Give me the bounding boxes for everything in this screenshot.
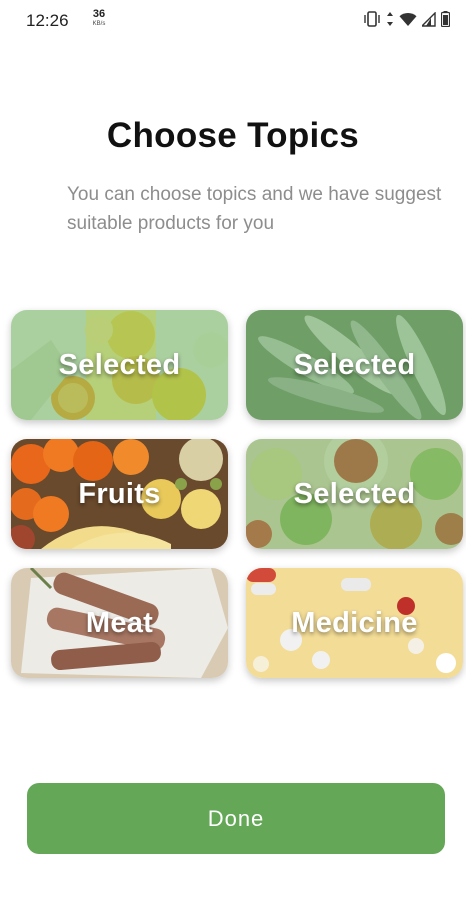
battery-icon (441, 11, 450, 27)
topic-label: Fruits (78, 477, 161, 510)
cell-signal-icon (422, 11, 436, 27)
vibrate-icon (363, 11, 381, 27)
topic-label: Meat (85, 606, 154, 639)
topic-card-salad[interactable]: Selected (246, 439, 463, 549)
network-speed-value: 36 (92, 8, 106, 20)
topic-label: Selected (293, 348, 416, 381)
topic-card-medicine[interactable]: Medicine (246, 568, 463, 678)
topic-card-meat[interactable]: Meat (11, 568, 228, 678)
topic-label: Selected (58, 348, 181, 381)
topic-label: Selected (293, 477, 416, 510)
topic-card-citrus[interactable]: Selected (11, 310, 228, 420)
status-bar: 12:26 36 KB/s (0, 0, 466, 42)
topic-label: Medicine (291, 606, 418, 639)
page-title: Choose Topics (106, 116, 360, 155)
page-subtitle: You can choose topics and we have sugges… (67, 184, 442, 234)
network-speed: 36 KB/s (88, 8, 110, 28)
data-arrows-icon (386, 11, 394, 27)
network-speed-unit: KB/s (92, 21, 106, 27)
wifi-icon (399, 12, 417, 27)
status-time: 12:26 (26, 11, 69, 30)
topic-card-fish[interactable]: Selected (246, 310, 463, 420)
status-icons (363, 11, 450, 27)
done-button[interactable]: Done (27, 783, 445, 854)
topic-card-fruits[interactable]: Fruits (11, 439, 228, 549)
